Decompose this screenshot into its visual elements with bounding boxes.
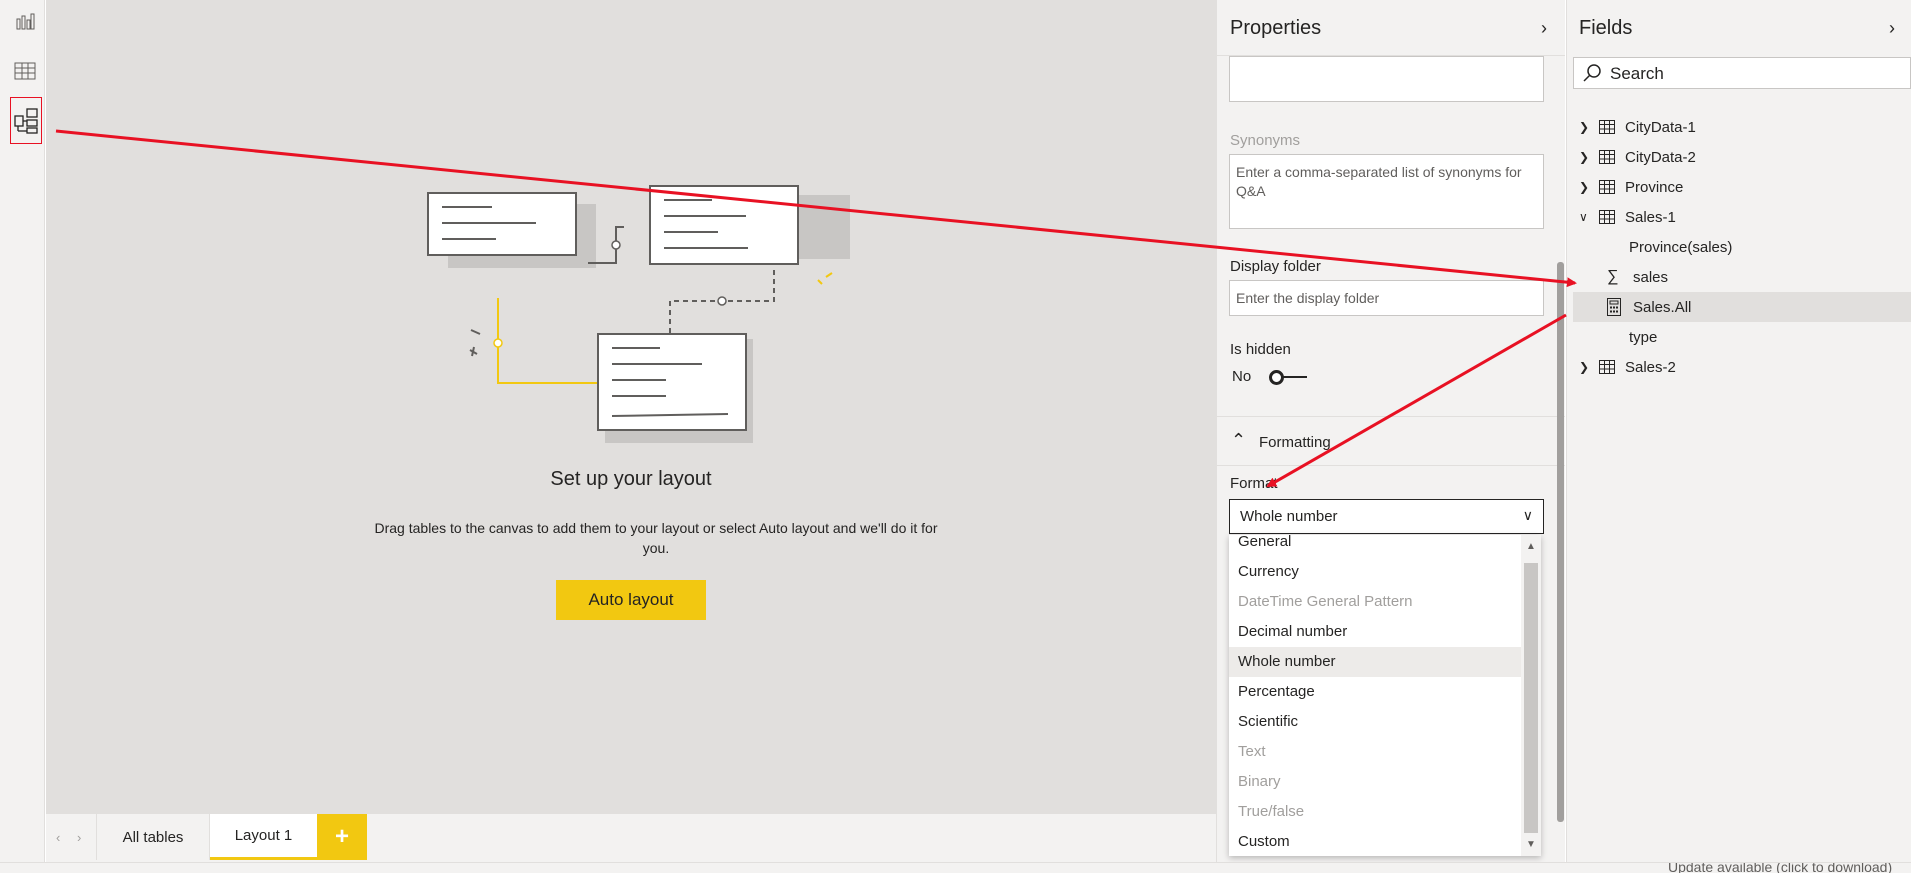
field-label: sales — [1633, 268, 1669, 286]
fields-title: Fields — [1579, 17, 1633, 39]
report-view-button[interactable] — [9, 5, 40, 36]
properties-scrollbar[interactable] — [1557, 262, 1564, 822]
display-folder-field[interactable]: Enter the display folder — [1229, 280, 1544, 316]
field-label: Sales.All — [1633, 298, 1692, 316]
format-value: Whole number — [1240, 508, 1338, 525]
left-nav — [0, 0, 45, 862]
chevron-right-icon[interactable]: ❯ — [1579, 150, 1595, 164]
field-label: type — [1629, 328, 1658, 346]
auto-layout-button[interactable]: Auto layout — [556, 580, 706, 620]
sigma-icon: ∑ — [1607, 268, 1619, 285]
format-options-list: General Currency DateTime General Patter… — [1229, 535, 1541, 856]
option-scientific[interactable]: Scientific — [1229, 707, 1521, 737]
formatting-section-header[interactable]: ⌃ Formatting — [1217, 416, 1565, 466]
synonyms-label: Synonyms — [1230, 132, 1301, 149]
model-view-button[interactable] — [10, 97, 42, 144]
chevron-down-icon: ∨ — [1522, 507, 1533, 523]
table-icon — [1599, 360, 1615, 374]
chevron-right-icon[interactable]: ❯ — [1579, 120, 1595, 134]
is-hidden-label: Is hidden — [1230, 341, 1291, 358]
option-general[interactable]: General — [1229, 535, 1521, 557]
field-label: Sales-2 — [1625, 358, 1676, 376]
chevron-down-icon[interactable]: ∨ — [1579, 210, 1595, 224]
is-hidden-toggle[interactable] — [1269, 369, 1309, 385]
collapse-properties-icon[interactable]: › — [1541, 18, 1547, 39]
search-icon — [1583, 64, 1601, 82]
option-binary: Binary — [1238, 773, 1281, 790]
properties-title: Properties — [1230, 17, 1322, 39]
layout-illustration — [427, 185, 850, 443]
option-decimal-number[interactable]: Decimal number — [1229, 617, 1521, 647]
field-table-province[interactable]: ❯ Province — [1573, 172, 1911, 202]
formatting-label: Formatting — [1259, 434, 1331, 451]
table-icon — [1599, 120, 1615, 134]
table-icon — [1599, 180, 1615, 194]
field-table-citydata-1[interactable]: ❯ CityData-1 — [1573, 112, 1911, 142]
field-table-sales-1[interactable]: ∨ Sales-1 — [1573, 202, 1911, 232]
update-available-link[interactable]: Update available (click to download) — [1668, 863, 1892, 873]
scroll-down-icon[interactable]: ▼ — [1526, 839, 1536, 850]
field-table-sales-2[interactable]: ❯ Sales-2 — [1573, 352, 1911, 382]
field-label: CityData-2 — [1625, 148, 1696, 166]
field-column-province-sales[interactable]: Province(sales) — [1573, 232, 1911, 262]
dropdown-scrollbar[interactable]: ▲ ▼ — [1521, 535, 1541, 856]
field-table-citydata-2[interactable]: ❯ CityData-2 — [1573, 142, 1911, 172]
table-icon — [1599, 210, 1615, 224]
field-column-type[interactable]: type — [1573, 322, 1911, 352]
chevron-right-icon[interactable]: ❯ — [1579, 360, 1595, 374]
search-placeholder: Search — [1610, 64, 1664, 83]
table-icon — [14, 62, 35, 79]
option-custom[interactable]: Custom — [1229, 827, 1521, 856]
is-hidden-toggle-row: No — [1232, 368, 1309, 385]
description-field[interactable] — [1229, 56, 1544, 102]
data-view-button[interactable] — [9, 55, 40, 86]
bar-chart-icon — [16, 13, 34, 29]
synonyms-field[interactable]: Enter a comma-separated list of synonyms… — [1229, 154, 1544, 229]
canvas-description: Drag tables to the canvas to add them to… — [374, 520, 938, 556]
model-icon — [14, 107, 38, 134]
calculator-icon — [1607, 298, 1621, 316]
chevron-right-icon[interactable]: ❯ — [1579, 180, 1595, 194]
model-canvas[interactable]: Set up your layout Drag tables to the ca… — [46, 0, 1216, 813]
field-sum-sales[interactable]: ∑ sales — [1573, 262, 1911, 292]
tab-all-tables[interactable]: All tables — [96, 814, 210, 860]
option-datetime-general-pattern: DateTime General Pattern — [1238, 593, 1413, 610]
collapse-fields-icon[interactable]: › — [1889, 18, 1895, 39]
scroll-right-icon[interactable]: › — [77, 830, 81, 845]
layout-tabs: ‹ › All tables Layout 1 + — [46, 813, 1216, 862]
fields-search-input[interactable]: Search — [1573, 57, 1911, 89]
canvas-title: Set up your layout — [550, 468, 712, 490]
field-label: Sales-1 — [1625, 208, 1676, 226]
tab-layout-1[interactable]: Layout 1 — [210, 814, 317, 860]
scroll-up-icon[interactable]: ▲ — [1526, 541, 1536, 552]
option-currency[interactable]: Currency — [1229, 557, 1521, 587]
format-dropdown[interactable]: Whole number ∨ — [1229, 499, 1544, 534]
fields-pane: Fields › Search ❯ CityData-1 ❯ CityData-… — [1566, 0, 1911, 862]
scroll-left-icon[interactable]: ‹ — [56, 830, 60, 845]
option-true-false: True/false — [1238, 803, 1305, 820]
display-folder-label: Display folder — [1230, 258, 1321, 275]
dropdown-scroll-thumb[interactable] — [1524, 563, 1538, 833]
status-bar: Update available (click to download) — [0, 862, 1911, 873]
option-whole-number[interactable]: Whole number — [1229, 647, 1521, 677]
option-text: Text — [1238, 743, 1266, 760]
format-label: Format — [1230, 475, 1278, 492]
chevron-up-icon: ⌃ — [1231, 430, 1247, 450]
field-measure-sales-all[interactable]: Sales.All — [1573, 292, 1911, 322]
field-label: Province(sales) — [1629, 238, 1733, 256]
add-layout-button[interactable]: + — [317, 814, 367, 860]
field-label: CityData-1 — [1625, 118, 1696, 136]
option-percentage[interactable]: Percentage — [1229, 677, 1521, 707]
is-hidden-value: No — [1232, 368, 1252, 385]
field-label: Province — [1625, 178, 1684, 196]
table-icon — [1599, 150, 1615, 164]
